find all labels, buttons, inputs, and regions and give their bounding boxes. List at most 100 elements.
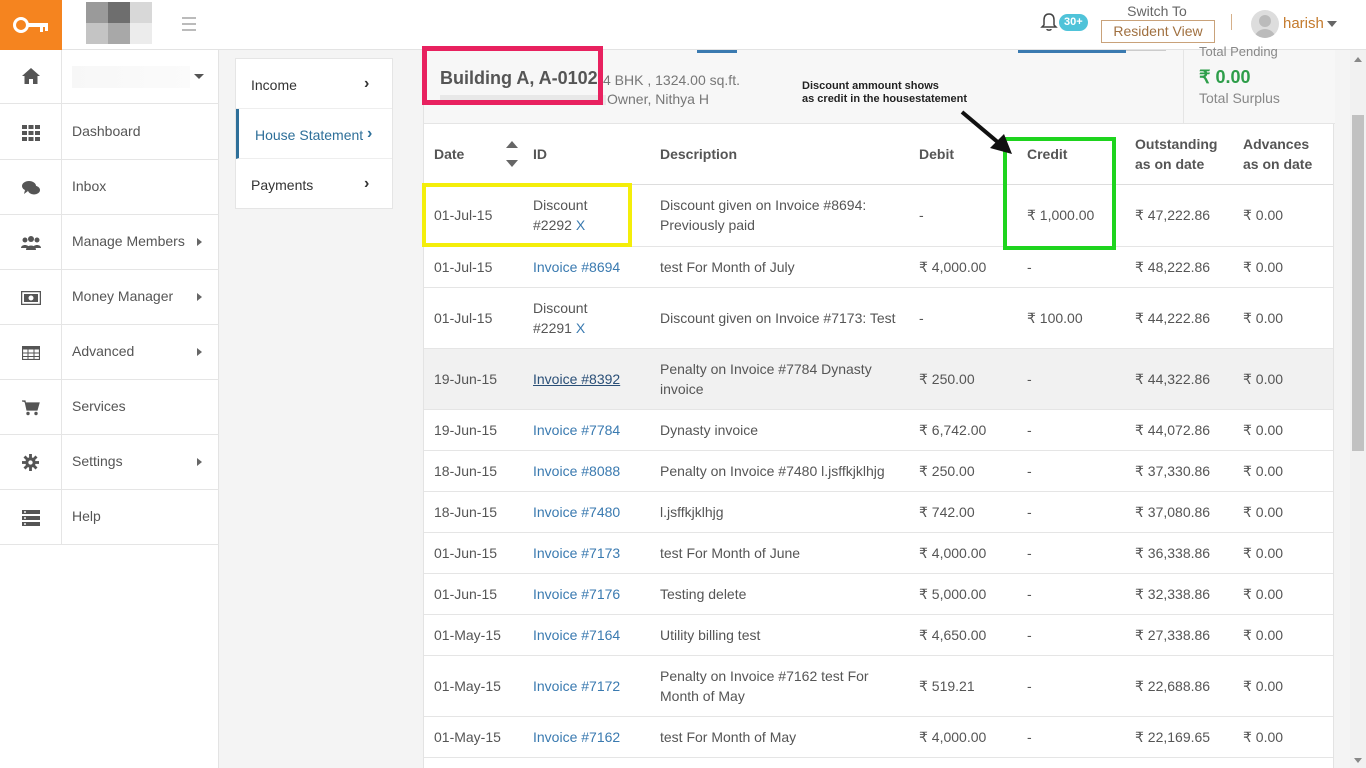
column-label: Outstanding xyxy=(1135,135,1218,152)
table-row: 01-May-15 Invoice #7164 Utility billing … xyxy=(424,614,1333,656)
cell-id: Invoice #7162 xyxy=(523,716,650,758)
sidebar-item-services[interactable]: Services xyxy=(0,380,219,435)
surplus-amount: ₹ 0.00 xyxy=(1199,67,1251,87)
bell-icon[interactable] xyxy=(1040,12,1058,32)
sidebar-item-label: Money Manager xyxy=(72,288,174,304)
invoice-link[interactable]: Invoice #8694 xyxy=(533,259,620,275)
scroll-down-icon[interactable] xyxy=(1354,758,1362,763)
invoice-link[interactable]: Invoice #8392 xyxy=(533,371,620,387)
sidebar-item-settings[interactable]: Settings xyxy=(0,435,219,490)
cell-date: 01-Jul-15 xyxy=(424,287,523,349)
cell-advances: ₹ 0.00 xyxy=(1233,287,1333,349)
chevron-right-icon xyxy=(197,238,202,246)
cell-debit: ₹ 4,000.00 xyxy=(909,246,1017,288)
cart-icon xyxy=(22,400,40,416)
chevron-right-icon: › xyxy=(364,175,370,192)
sidebar-item-help[interactable]: Help xyxy=(0,490,219,545)
cell-description: test For Month of July xyxy=(650,246,909,288)
invoice-link[interactable]: Invoice #8088 xyxy=(533,463,620,479)
subnav-item-label: Income xyxy=(251,77,297,93)
resident-view-button[interactable]: Resident View xyxy=(1101,20,1215,43)
scroll-up-icon[interactable] xyxy=(1354,57,1362,62)
cell-description: Penalty on Invoice #7162 test For Month … xyxy=(650,655,909,717)
cell-date: 01-May-15 xyxy=(424,655,523,717)
table-header-row: Date ID Description Debit Credit Outstan… xyxy=(424,124,1333,185)
sidebar-item-manage-members[interactable]: Manage Members xyxy=(0,215,219,270)
cell-advances: ₹ 0.00 xyxy=(1233,348,1333,410)
switch-to-label: Switch To xyxy=(1127,3,1187,19)
notification-badge[interactable]: 30+ xyxy=(1059,14,1088,31)
table-row: 19-Jun-15 Invoice #8392 Penalty on Invoi… xyxy=(424,348,1333,410)
cell-id: Invoice #8392 xyxy=(523,348,650,410)
cell-id: Invoice #8088 xyxy=(523,450,650,492)
sidebar-item-inbox[interactable]: Inbox xyxy=(0,160,219,215)
cell-advances: ₹ 0.00 xyxy=(1233,409,1333,451)
cell-credit: ₹ 100.00 xyxy=(1017,287,1125,349)
tab-indicator xyxy=(1018,50,1126,53)
annotation-line: as credit in the housestatement xyxy=(802,93,968,105)
cell-date: 18-Jun-15 xyxy=(424,491,523,533)
invoice-link[interactable]: Invoice #7162 xyxy=(533,729,620,745)
column-label: as on date xyxy=(1135,155,1205,172)
cell-id: Invoice #7176 xyxy=(523,573,650,615)
sidebar-item-advanced[interactable]: Advanced xyxy=(0,325,219,380)
chevron-down-icon[interactable] xyxy=(1327,21,1337,27)
cell-outstanding: ₹ 48,222.86 xyxy=(1125,246,1233,288)
scrollbar-thumb[interactable] xyxy=(1352,115,1364,451)
avatar[interactable] xyxy=(1251,10,1279,38)
table-row: 01-Jun-15 Invoice #7173 test For Month o… xyxy=(424,532,1333,574)
sidebar-item-label: Advanced xyxy=(72,343,135,359)
cell-description: Discount given on Invoice #8694: Previou… xyxy=(650,184,909,247)
sidebar-item-dashboard[interactable]: Dashboard xyxy=(0,105,219,160)
cell-advances: ₹ 0.00 xyxy=(1233,614,1333,656)
sidebar-item-home[interactable] xyxy=(0,50,219,104)
subnav-item-payments[interactable]: Payments › xyxy=(236,159,392,209)
cell-id: Discount #2291 X xyxy=(523,287,650,349)
cell-outstanding: ₹ 32,338.86 xyxy=(1125,573,1233,615)
cell-debit: ₹ 4,000.00 xyxy=(909,716,1017,758)
cell-credit: - xyxy=(1017,655,1125,717)
cell-debit: ₹ 4,000.00 xyxy=(909,532,1017,574)
tab-indicator xyxy=(697,50,737,53)
app-logo[interactable] xyxy=(0,0,62,50)
cell-debit: - xyxy=(909,184,1017,247)
column-header-outstanding: Outstanding as on date xyxy=(1125,124,1233,185)
invoice-link[interactable]: Invoice #7176 xyxy=(533,586,620,602)
cell-id: Invoice #7784 xyxy=(523,409,650,451)
invoice-link[interactable]: Invoice #7480 xyxy=(533,504,620,520)
menu-toggle-icon[interactable] xyxy=(182,17,196,31)
cell-credit: - xyxy=(1017,573,1125,615)
invoice-link[interactable]: Invoice #7173 xyxy=(533,545,620,561)
invoice-link[interactable]: Invoice #7784 xyxy=(533,422,620,438)
discount-label: Discount xyxy=(533,299,588,316)
page-scrollbar[interactable] xyxy=(1350,50,1366,768)
statement-subnav: Income › House Statement › Payments › xyxy=(235,58,393,209)
column-header-date[interactable]: Date xyxy=(424,124,523,185)
column-label: Advances xyxy=(1243,135,1310,152)
table-row: 01-May-15 Invoice #7172 Penalty on Invoi… xyxy=(424,655,1333,717)
money-icon xyxy=(21,291,41,305)
cell-credit: - xyxy=(1017,409,1125,451)
remove-discount-button[interactable]: X xyxy=(576,320,585,336)
grid-icon xyxy=(22,125,40,141)
cell-date: 18-Jun-15 xyxy=(424,450,523,492)
chevron-down-icon[interactable] xyxy=(194,74,204,79)
subnav-item-house-statement[interactable]: House Statement › xyxy=(236,109,392,159)
cell-id: Invoice #7173 xyxy=(523,532,650,574)
cell-outstanding: ₹ 37,080.86 xyxy=(1125,491,1233,533)
cell-outstanding: ₹ 44,222.86 xyxy=(1125,287,1233,349)
house-statement-panel: Building A, A-0102 4 BHK , 1324.00 sq.ft… xyxy=(423,44,1335,768)
gear-icon xyxy=(22,454,39,471)
table-row: 01-Jul-15 Invoice #8694 test For Month o… xyxy=(424,246,1333,288)
subnav-item-income[interactable]: Income › xyxy=(236,59,392,109)
sort-icon[interactable] xyxy=(506,141,518,171)
cell-description: Utility billing test xyxy=(650,614,909,656)
cell-debit: ₹ 519.21 xyxy=(909,655,1017,717)
sidebar: Dashboard Inbox Manage Members Money Man… xyxy=(0,50,219,768)
cell-credit: - xyxy=(1017,348,1125,410)
username[interactable]: harish xyxy=(1283,15,1324,32)
society-selector-blurred[interactable] xyxy=(72,66,190,88)
invoice-link[interactable]: Invoice #7164 xyxy=(533,627,620,643)
sidebar-item-money-manager[interactable]: Money Manager xyxy=(0,270,219,325)
invoice-link[interactable]: Invoice #7172 xyxy=(533,678,620,694)
